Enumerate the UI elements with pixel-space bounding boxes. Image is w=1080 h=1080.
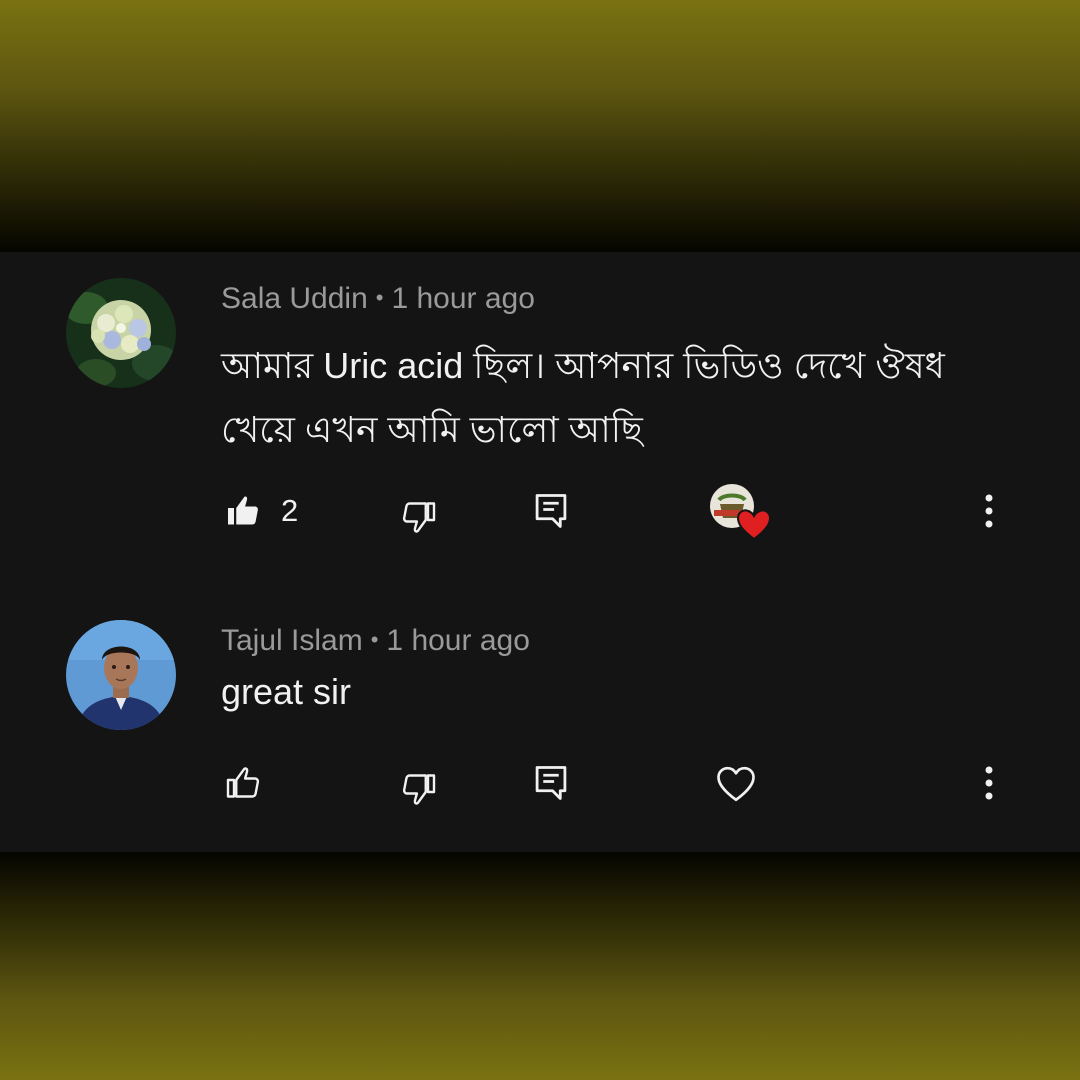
timestamp[interactable]: 1 hour ago — [391, 282, 534, 315]
more-options-button[interactable] — [978, 762, 1000, 804]
avatar[interactable] — [66, 620, 176, 730]
dislike-button[interactable] — [398, 496, 440, 538]
author-name[interactable]: Tajul Islam — [221, 624, 363, 657]
thumb-down-icon — [402, 502, 436, 533]
comment-actions — [0, 754, 1080, 814]
heart-button[interactable] — [712, 760, 760, 808]
thumb-up-icon — [228, 496, 258, 525]
comment-meta: Tajul Islam • 1 hour ago — [221, 620, 530, 661]
comment-actions: 2 — [0, 482, 1080, 542]
like-button[interactable] — [222, 490, 264, 532]
separator-dot: • — [375, 285, 384, 310]
heart-icon — [717, 766, 755, 802]
comment-meta: Sala Uddin • 1 hour ago — [221, 278, 535, 319]
author-name[interactable]: Sala Uddin — [221, 282, 368, 315]
reply-icon — [535, 494, 567, 528]
more-options-button[interactable] — [978, 490, 1000, 532]
timestamp[interactable]: 1 hour ago — [386, 624, 529, 657]
comment-text: great sir — [221, 671, 352, 712]
separator-dot: • — [370, 627, 379, 652]
reply-icon — [535, 766, 567, 800]
heart-icon — [710, 484, 772, 541]
more-vert-icon — [985, 494, 993, 528]
creator-heart-badge[interactable] — [706, 482, 772, 542]
reply-button[interactable] — [530, 762, 572, 804]
avatar[interactable] — [66, 278, 176, 388]
like-button[interactable] — [222, 762, 264, 804]
bottom-gradient-border — [0, 852, 1080, 1080]
top-gradient-border — [0, 0, 1080, 252]
more-vert-icon — [985, 766, 993, 800]
comments-panel: Sala Uddin • 1 hour ago আমার Uric acid ছিল… — [0, 252, 1080, 852]
reply-button[interactable] — [530, 490, 572, 532]
dislike-button[interactable] — [398, 768, 440, 810]
comment-text: আমার Uric acid ছিল। আপনার ভিডিও দেখে ঔষধ… — [221, 345, 945, 450]
thumb-up-icon — [226, 767, 260, 798]
thumb-down-icon — [402, 774, 436, 805]
like-count: 2 — [281, 493, 299, 528]
